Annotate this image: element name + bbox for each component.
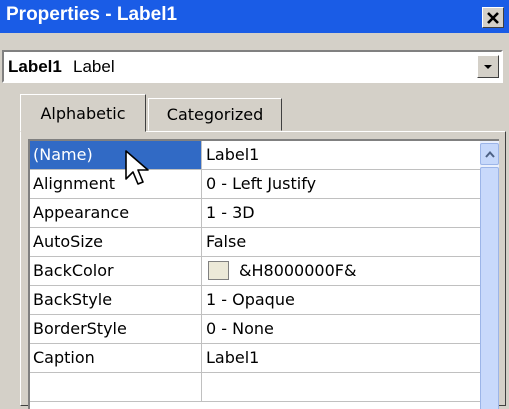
title-bar: Properties - Label1 <box>0 0 509 33</box>
property-name[interactable]: Appearance <box>30 199 202 228</box>
property-row-backcolor[interactable]: BackColor &H8000000F& <box>30 257 480 286</box>
property-value[interactable]: 1 - Opaque <box>202 286 480 315</box>
property-value[interactable] <box>202 373 480 402</box>
tab-alphabetic-label: Alphabetic <box>40 103 126 123</box>
tab-categorized-label: Categorized <box>166 105 264 124</box>
property-row-appearance[interactable]: Appearance 1 - 3D <box>30 199 480 228</box>
color-swatch <box>208 261 229 280</box>
chevron-down-icon <box>484 64 492 69</box>
object-name: Label1 <box>8 57 62 76</box>
property-name[interactable] <box>30 373 202 402</box>
property-row-autosize[interactable]: AutoSize False <box>30 228 480 257</box>
property-value[interactable]: 0 - Left Justify <box>202 170 480 199</box>
property-name[interactable]: (Name) <box>30 141 202 170</box>
scroll-thumb[interactable] <box>480 167 499 409</box>
property-value-color[interactable]: &H8000000F& <box>202 257 480 286</box>
window-title: Properties - Label1 <box>6 4 178 25</box>
property-value[interactable]: 1 - 3D <box>202 199 480 228</box>
property-row-caption[interactable]: Caption Label1 <box>30 344 480 373</box>
tab-alphabetic[interactable]: Alphabetic <box>20 94 146 132</box>
property-value[interactable]: Label1 <box>202 344 480 373</box>
property-name[interactable]: Caption <box>30 344 202 373</box>
vertical-scrollbar[interactable] <box>480 141 499 409</box>
property-value[interactable]: Label1 <box>202 141 480 170</box>
object-dropdown-button[interactable] <box>477 55 499 78</box>
property-name[interactable]: BorderStyle <box>30 315 202 344</box>
property-name[interactable]: Alignment <box>30 170 202 199</box>
object-type: Label <box>73 57 115 76</box>
property-row-name[interactable]: (Name) Label1 <box>30 141 480 170</box>
property-row-backstyle[interactable]: BackStyle 1 - Opaque <box>30 286 480 315</box>
property-name[interactable]: BackStyle <box>30 286 202 315</box>
property-row-borderstyle[interactable]: BorderStyle 0 - None <box>30 315 480 344</box>
scroll-up-button[interactable] <box>480 143 499 165</box>
close-button[interactable] <box>482 7 504 28</box>
property-name[interactable]: BackColor <box>30 257 202 286</box>
property-name[interactable]: AutoSize <box>30 228 202 257</box>
property-row-alignment[interactable]: Alignment 0 - Left Justify <box>30 170 480 199</box>
chevron-up-icon <box>484 150 495 158</box>
property-row-next[interactable] <box>30 373 480 402</box>
mouse-pointer-icon <box>125 150 149 185</box>
property-value: &H8000000F& <box>239 261 357 280</box>
tab-categorized[interactable]: Categorized <box>148 98 282 131</box>
close-icon <box>487 11 499 24</box>
property-value[interactable]: 0 - None <box>202 315 480 344</box>
object-selector[interactable]: Label1 Label <box>2 50 503 83</box>
property-grid: (Name) Label1 Alignment 0 - Left Justify… <box>28 139 499 409</box>
property-value[interactable]: False <box>202 228 480 257</box>
